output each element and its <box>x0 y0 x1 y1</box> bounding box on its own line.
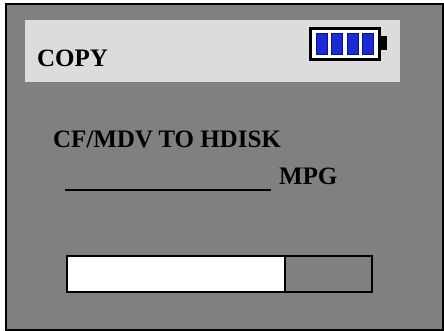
copy-direction-label: CF/MDV TO HDISK <box>53 126 281 153</box>
battery-cell <box>346 33 359 55</box>
file-line: MPG <box>65 157 337 191</box>
file-type-label: MPG <box>279 163 338 190</box>
battery-tip <box>381 36 387 50</box>
screen-title: COPY <box>37 45 108 72</box>
file-name-blank <box>65 162 271 191</box>
device-screen: COPY CF/MDV TO HDISK MPG <box>5 3 444 331</box>
battery-body <box>309 27 381 61</box>
battery-cell <box>316 33 328 55</box>
battery-cell <box>361 33 374 55</box>
copy-progress-bar <box>66 255 373 293</box>
progress-fill <box>68 257 287 291</box>
battery-cell <box>331 33 344 55</box>
battery-icon <box>309 27 391 61</box>
